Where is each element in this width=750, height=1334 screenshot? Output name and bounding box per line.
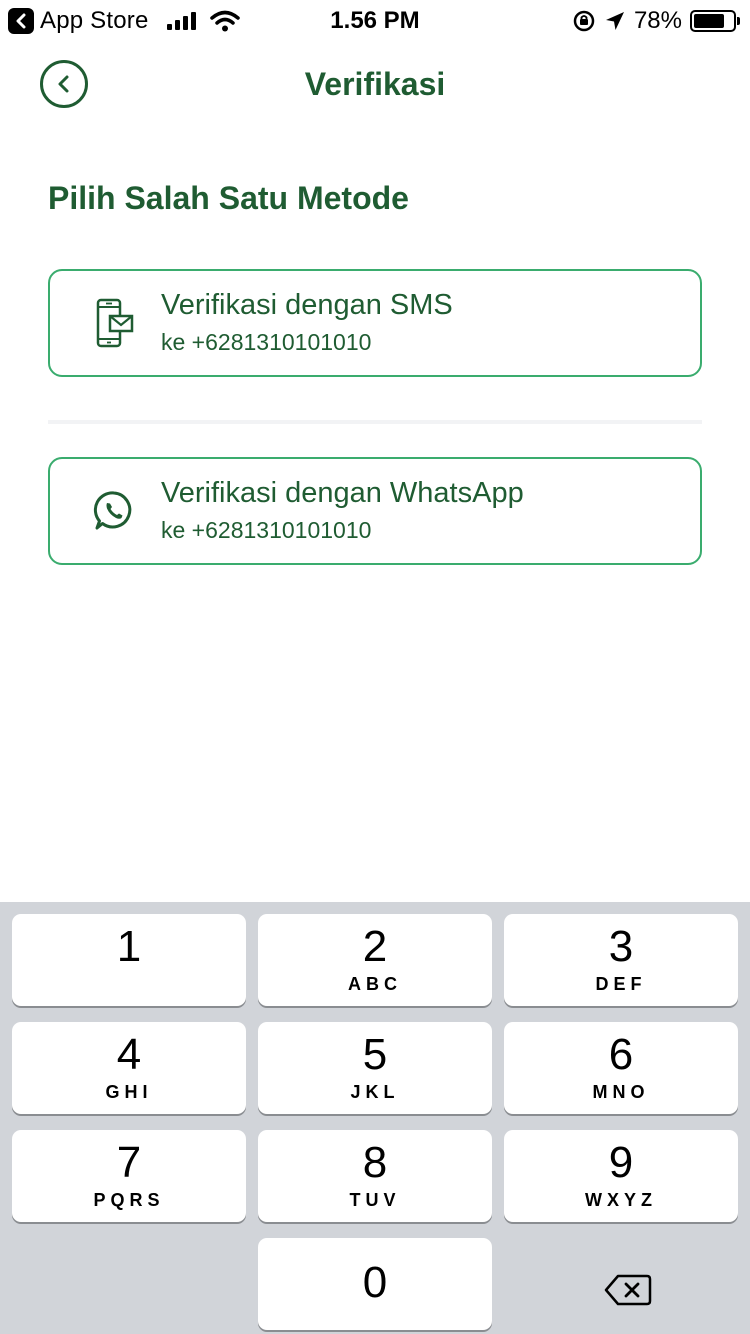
key-letters: ABC: [348, 974, 402, 994]
verify-whatsapp-option[interactable]: Verifikasi dengan WhatsApp ke +628131010…: [48, 457, 702, 565]
key-digit: 9: [608, 1138, 634, 1187]
key-digit: 5: [362, 1030, 388, 1079]
option-label: Verifikasi dengan SMS: [161, 289, 453, 321]
key-digit: 8: [362, 1138, 388, 1187]
battery-icon: [690, 10, 740, 32]
status-bar-right: 78%: [572, 7, 740, 35]
key-1[interactable]: 1: [12, 914, 246, 1006]
key-digit: 0: [362, 1258, 388, 1307]
key-digit: 3: [608, 922, 634, 971]
key-8[interactable]: 8 TUV: [258, 1130, 492, 1222]
key-2[interactable]: 2 ABC: [258, 914, 492, 1006]
key-4[interactable]: 4 GHI: [12, 1022, 246, 1114]
page-title: Verifikasi: [304, 66, 446, 102]
numeric-keypad: 1 2 ABC 3 DEF 4 GHI 5 JKL 6 MNO 7 PQRS 8…: [0, 902, 750, 1334]
key-6[interactable]: 6 MNO: [504, 1022, 738, 1114]
key-letters: JKL: [350, 1082, 400, 1102]
key-letters: GHI: [105, 1082, 153, 1102]
divider: [48, 420, 702, 424]
section-title: Pilih Salah Satu Metode: [48, 180, 409, 216]
key-9[interactable]: 9 WXYZ: [504, 1130, 738, 1222]
delete-key[interactable]: [582, 1260, 674, 1320]
key-letters: MNO: [592, 1082, 650, 1102]
key-5[interactable]: 5 JKL: [258, 1022, 492, 1114]
whatsapp-icon: [90, 485, 138, 537]
key-letters: TUV: [349, 1190, 401, 1210]
key-7[interactable]: 7 PQRS: [12, 1130, 246, 1222]
option-phone-number: ke +6281310101010: [161, 517, 372, 543]
location-arrow-icon: [605, 12, 624, 30]
key-digit: 6: [608, 1030, 634, 1079]
backspace-icon: [604, 1274, 652, 1306]
battery-percent: 78%: [633, 7, 682, 34]
option-label: Verifikasi dengan WhatsApp: [161, 477, 524, 509]
sms-phone-icon: [90, 297, 138, 349]
key-digit: 1: [116, 922, 142, 971]
key-digit: 7: [116, 1138, 142, 1187]
key-letters: WXYZ: [585, 1190, 657, 1210]
rotation-lock-icon: [573, 10, 595, 32]
key-letters: PQRS: [93, 1190, 165, 1210]
key-digit: 4: [116, 1030, 142, 1079]
option-phone-number: ke +6281310101010: [161, 329, 372, 355]
key-letters: DEF: [595, 974, 647, 994]
key-digit: 2: [362, 922, 388, 971]
key-0[interactable]: 0: [258, 1238, 492, 1330]
key-3[interactable]: 3 DEF: [504, 914, 738, 1006]
verify-sms-option[interactable]: Verifikasi dengan SMS ke +6281310101010: [48, 269, 702, 377]
status-bar: App Store 1.56 PM 78%: [0, 0, 750, 42]
